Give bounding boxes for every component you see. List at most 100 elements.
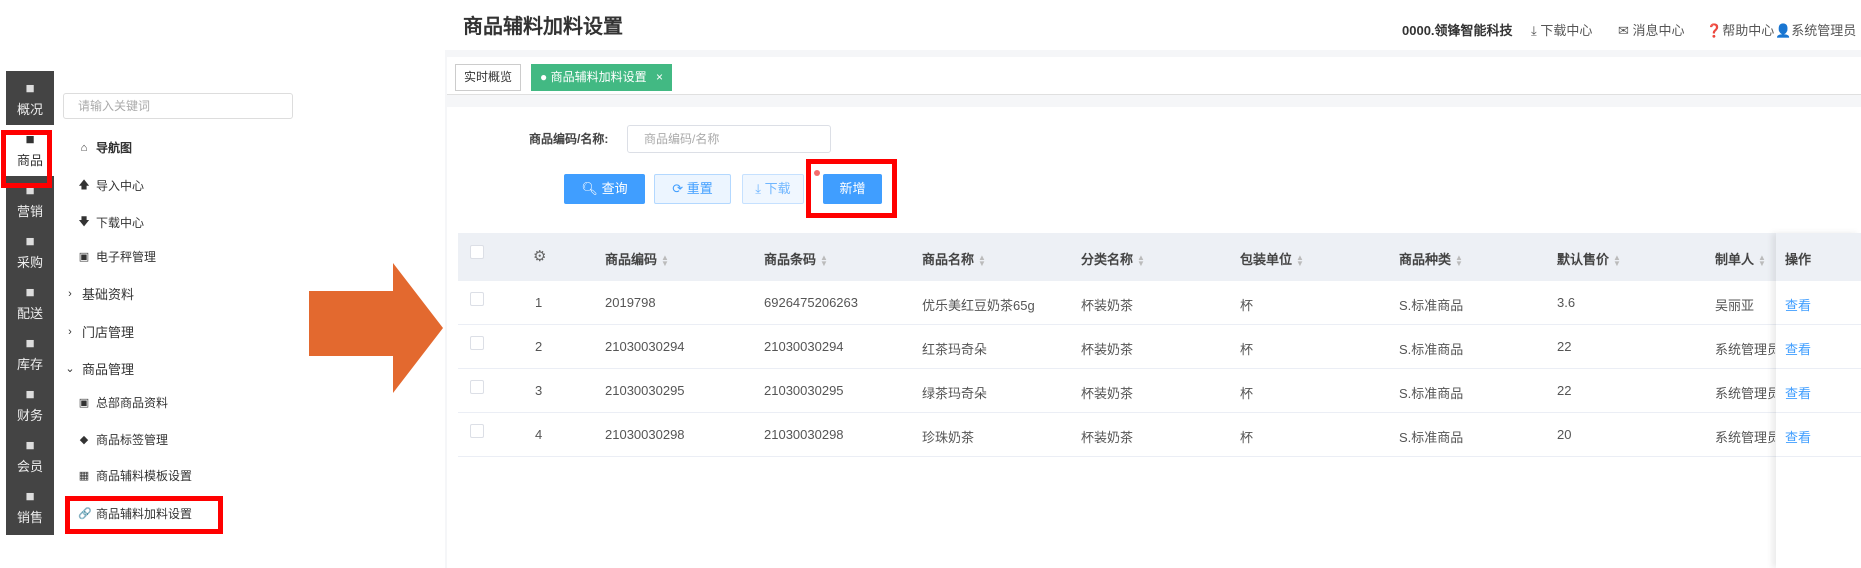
table-cell: 21030030295 (764, 383, 844, 398)
menu-icon: ▦ (78, 470, 90, 482)
column-header[interactable]: 包装单位 ▲ ▼ (1240, 249, 1304, 268)
sort-icon[interactable]: ▲ ▼ (1455, 253, 1463, 267)
table-cell: 22 (1557, 339, 1572, 354)
column-header[interactable]: 制单人 ▲ ▼ (1715, 249, 1766, 268)
download-icon: ⤓ (1531, 23, 1541, 38)
help-center-link[interactable]: ❓帮助中心 (1706, 20, 1774, 39)
row-checkbox[interactable] (470, 336, 484, 350)
page-title: 商品辅料加料设置 (463, 16, 623, 38)
menu-item-3[interactable]: ▣ 电子秤管理 (78, 248, 156, 265)
column-header[interactable]: 商品名称 ▲ ▼ (922, 249, 986, 268)
menu-item-4[interactable]: › 基础资料 (64, 284, 134, 303)
menu-icon: ⌄ (65, 363, 75, 375)
tab-close-icon[interactable]: × (656, 70, 663, 84)
box-icon: ■ (25, 335, 35, 352)
menu-search-input[interactable]: 请输入关键词 (63, 93, 293, 119)
table-cell: 杯装奶茶 (1081, 298, 1134, 313)
active-dot-icon: ● (540, 70, 551, 84)
rail-item-0[interactable]: ■ 概况 (6, 74, 54, 125)
table-cell: 2 (535, 339, 543, 354)
search-icon: 🔍︎ (581, 181, 598, 196)
building-icon: ■ (25, 80, 35, 97)
table-cell: 21030030298 (605, 427, 685, 442)
table-cell: 系统管理员 (1715, 342, 1775, 357)
rail-item-5[interactable]: ■ 库存 (6, 329, 54, 380)
table-cell: S.标准商品 (1399, 342, 1464, 357)
table-cell: 21030030294 (605, 339, 685, 354)
download-icon: ⤓ (755, 181, 762, 196)
sort-icon[interactable]: ▲ ▼ (1296, 253, 1304, 267)
row-divider (458, 324, 1861, 325)
table-cell: 20 (1557, 427, 1572, 442)
sort-icon[interactable]: ▲ ▼ (1758, 253, 1766, 267)
table-cell: 优乐美红豆奶茶65g (922, 298, 1035, 313)
menu-icon: 🡇 (78, 216, 90, 228)
menu-item-1[interactable]: 🡅 导入中心 (78, 176, 144, 195)
table-cell: 杯 (1240, 430, 1254, 445)
cart-icon: ■ (25, 233, 35, 250)
menu-item-8[interactable]: ◆ 商品标签管理 (78, 431, 168, 448)
sort-icon[interactable]: ▲ ▼ (820, 253, 828, 267)
column-header[interactable]: 商品条码 ▲ ▼ (764, 249, 828, 268)
select-all-checkbox[interactable] (470, 245, 484, 259)
menu-icon: ◆ (79, 434, 89, 446)
rail-item-7[interactable]: ■ 会员 (6, 431, 54, 482)
sort-icon[interactable]: ▲ ▼ (661, 253, 669, 267)
menu-item-7[interactable]: ▣ 总部商品资料 (78, 394, 168, 411)
menu-item-10[interactable]: 🔗 商品辅料加料设置 (78, 505, 192, 522)
column-header[interactable]: 商品种类 ▲ ▼ (1399, 249, 1463, 268)
reset-button[interactable]: ⟳ 重置 (654, 174, 731, 204)
menu-icon: 🡅 (78, 179, 90, 191)
column-header[interactable]: 默认售价 ▲ ▼ (1557, 249, 1621, 268)
user-icon: ■ (25, 437, 35, 454)
table-cell: 4 (535, 427, 543, 442)
search-button[interactable]: 🔍︎ 查询 (564, 174, 645, 204)
row-checkbox[interactable] (470, 380, 484, 394)
table-cell: 21030030294 (764, 339, 844, 354)
sort-icon[interactable]: ▲ ▼ (978, 253, 986, 267)
table-cell: 2019798 (605, 295, 656, 310)
menu-item-0[interactable]: ⌂ 导航图 (78, 139, 132, 156)
row-checkbox[interactable] (470, 424, 484, 438)
menu-icon: ▣ (78, 397, 90, 409)
user-menu[interactable]: 👤系统管理员 (1775, 20, 1856, 39)
menu-item-2[interactable]: 🡇 下载中心 (78, 213, 144, 232)
message-center-link[interactable]: ✉ 消息中心 (1618, 20, 1685, 39)
sort-icon[interactable]: ▲ ▼ (1613, 253, 1621, 267)
truck-icon: ■ (25, 284, 35, 301)
rail-item-4[interactable]: ■ 配送 (6, 278, 54, 329)
table-cell: 6926475206263 (764, 295, 858, 310)
table-cell: 杯 (1240, 298, 1254, 313)
refresh-icon: ⟳ (672, 181, 684, 196)
sort-icon[interactable]: ▲ ▼ (1137, 253, 1145, 267)
table-cell: S.标准商品 (1399, 386, 1464, 401)
rail-item-6[interactable]: ■ 财务 (6, 380, 54, 431)
table-cell: 3.6 (1557, 295, 1576, 310)
row-checkbox[interactable] (470, 292, 484, 306)
menu-item-6[interactable]: ⌄ 商品管理 (64, 359, 134, 378)
mail-icon: ✉ (1618, 23, 1633, 38)
rail-item-3[interactable]: ■ 采购 (6, 227, 54, 278)
row-divider (458, 368, 1861, 369)
arrow-right-icon (309, 263, 443, 396)
help-icon: ❓ (1706, 23, 1723, 38)
table-cell: 21030030298 (764, 427, 844, 442)
settings-gear-icon[interactable]: ⚙ (533, 247, 546, 265)
menu-item-9[interactable]: ▦ 商品辅料模板设置 (78, 467, 192, 484)
menu-icon: ▣ (78, 251, 90, 263)
column-header[interactable]: 商品编码 ▲ ▼ (605, 249, 669, 268)
download-button[interactable]: ⤓ 下载 (742, 174, 804, 204)
highlight-box-goods (1, 130, 52, 188)
highlight-box-add (806, 159, 897, 218)
tab-overview[interactable]: 实时概览 (455, 64, 522, 91)
tab-addon-settings[interactable]: ● 商品辅料加料设置 × (531, 64, 672, 91)
download-center-link[interactable]: ⤓ 下载中心 (1531, 20, 1592, 39)
table-cell: 绿茶玛奇朵 (922, 386, 988, 401)
table-cell: 3 (535, 383, 543, 398)
code-name-input[interactable]: 商品编码/名称 (627, 125, 831, 153)
menu-item-5[interactable]: › 门店管理 (64, 322, 134, 341)
menu-icon: › (68, 325, 72, 338)
column-header[interactable]: 分类名称 ▲ ▼ (1081, 249, 1145, 268)
row-divider (458, 412, 1861, 413)
rail-item-8[interactable]: ■ 销售 (6, 482, 54, 533)
